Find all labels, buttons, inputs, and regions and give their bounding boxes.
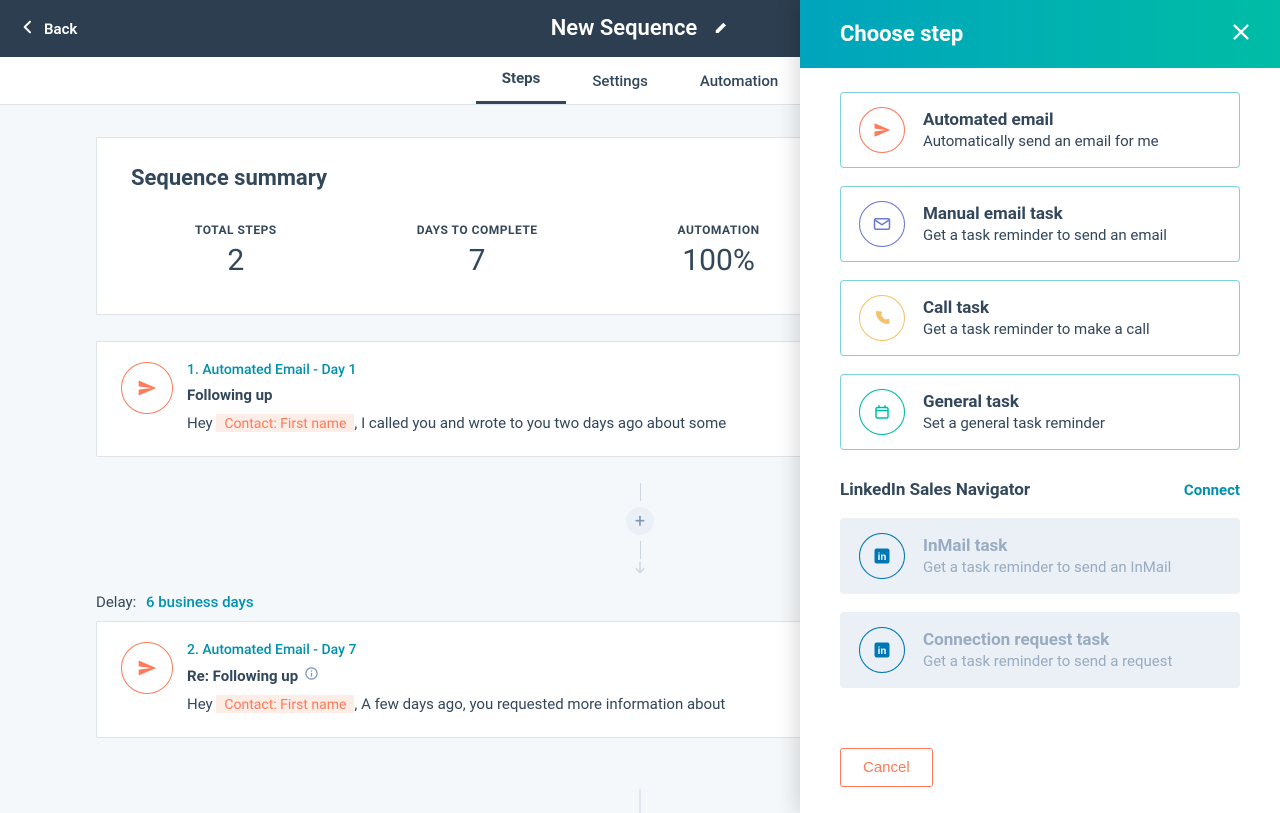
title-wrap: New Sequence bbox=[551, 16, 730, 41]
info-icon[interactable] bbox=[304, 666, 319, 685]
panel-header: Choose step bbox=[800, 0, 1280, 68]
mail-icon bbox=[859, 201, 905, 247]
linkedin-header: LinkedIn Sales Navigator Connect bbox=[840, 480, 1240, 500]
option-manual-email[interactable]: Manual email task Get a task reminder to… bbox=[840, 186, 1240, 262]
tab-automation[interactable]: Automation bbox=[674, 58, 804, 104]
merge-token: Contact: First name bbox=[216, 414, 354, 432]
connector-line bbox=[640, 789, 641, 813]
panel-body: Automated email Automatically send an em… bbox=[800, 68, 1280, 728]
option-inmail-task: InMail task Get a task reminder to send … bbox=[840, 518, 1240, 594]
option-automated-email[interactable]: Automated email Automatically send an em… bbox=[840, 92, 1240, 168]
option-connection-request: Connection request task Get a task remin… bbox=[840, 612, 1240, 688]
page-title: New Sequence bbox=[551, 16, 698, 41]
calendar-icon bbox=[859, 389, 905, 435]
option-general-task[interactable]: General task Set a general task reminder bbox=[840, 374, 1240, 450]
summary-total-steps: TOTAL STEPS 2 bbox=[195, 223, 277, 278]
arrow-down-icon bbox=[631, 559, 649, 581]
chevron-left-icon bbox=[20, 19, 36, 39]
back-label: Back bbox=[44, 20, 77, 38]
add-step-button[interactable]: + bbox=[626, 507, 654, 535]
back-button[interactable]: Back bbox=[20, 19, 77, 39]
delay-value[interactable]: 6 business days bbox=[146, 593, 254, 611]
tab-settings[interactable]: Settings bbox=[566, 58, 674, 104]
linkedin-icon bbox=[859, 627, 905, 673]
connect-link[interactable]: Connect bbox=[1184, 481, 1240, 499]
pencil-icon[interactable] bbox=[713, 19, 729, 39]
tab-steps[interactable]: Steps bbox=[476, 55, 567, 104]
merge-token: Contact: First name bbox=[216, 695, 354, 713]
panel-title: Choose step bbox=[840, 22, 963, 47]
send-icon bbox=[121, 362, 173, 414]
summary-automation: AUTOMATION 100% bbox=[678, 223, 760, 278]
send-icon bbox=[121, 642, 173, 694]
linkedin-icon bbox=[859, 533, 905, 579]
option-call-task[interactable]: Call task Get a task reminder to make a … bbox=[840, 280, 1240, 356]
send-icon bbox=[859, 107, 905, 153]
panel-footer: Cancel bbox=[800, 728, 1280, 813]
phone-icon bbox=[859, 295, 905, 341]
close-icon[interactable] bbox=[1230, 21, 1252, 47]
cancel-button[interactable]: Cancel bbox=[840, 748, 933, 787]
summary-days: DAYS TO COMPLETE 7 bbox=[417, 223, 538, 278]
choose-step-panel: Choose step Automated email Automaticall… bbox=[800, 0, 1280, 813]
